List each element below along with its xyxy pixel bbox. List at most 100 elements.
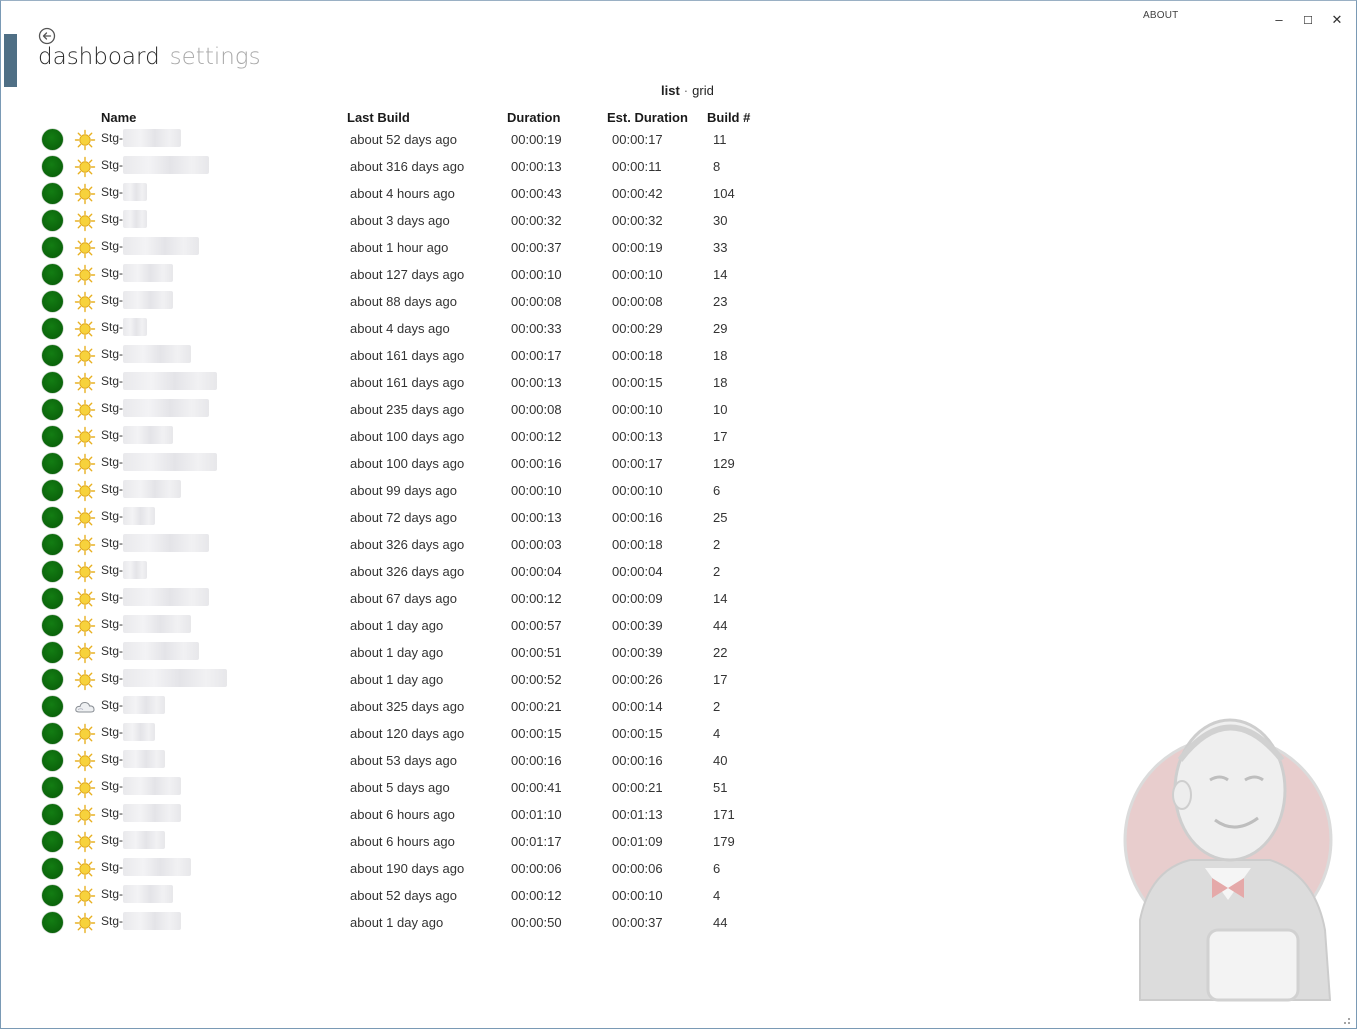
table-row[interactable]: Stg-about 3 days ago 00:00:32 00:00:32 30 xyxy=(0,208,800,235)
table-row[interactable]: Stg-about 99 days ago 00:00:10 00:00:10 6 xyxy=(0,478,800,505)
about-link[interactable]: ABOUT xyxy=(1143,10,1178,21)
build-number-cell: 17 xyxy=(713,672,728,687)
weather-sunny-icon xyxy=(74,561,96,583)
table-row[interactable]: Stg-about 67 days ago 00:00:12 00:00:09 14 xyxy=(0,586,800,613)
job-name[interactable]: Stg- xyxy=(101,617,123,631)
table-row[interactable]: Stg-about 1 hour ago 00:00:37 00:00:19 33 xyxy=(0,235,800,262)
job-name[interactable]: Stg- xyxy=(101,482,123,496)
redacted-name-blur xyxy=(123,777,181,795)
last-build-cell: about 6 hours ago xyxy=(350,807,455,822)
est-duration-cell: 00:00:10 xyxy=(612,888,663,903)
table-row[interactable]: Stg-about 325 days ago 00:00:21 00:00:14 2 xyxy=(0,694,800,721)
job-name[interactable]: Stg- xyxy=(101,428,123,442)
table-row[interactable]: Stg-about 1 day ago 00:00:57 00:00:39 44 xyxy=(0,613,800,640)
job-name[interactable]: Stg- xyxy=(101,644,123,658)
table-row[interactable]: Stg-about 120 days ago 00:00:15 00:00:15 4 xyxy=(0,721,800,748)
table-row[interactable]: Stg-about 326 days ago 00:00:04 00:00:04 2 xyxy=(0,559,800,586)
tab-dashboard[interactable]: dashboard xyxy=(38,44,160,70)
job-name[interactable]: Stg- xyxy=(101,698,123,712)
status-success-icon xyxy=(42,156,63,177)
column-header-build-number[interactable]: Build # xyxy=(707,110,750,125)
column-header-name[interactable]: Name xyxy=(101,110,136,125)
job-name[interactable]: Stg- xyxy=(101,293,123,307)
back-arrow-circle-icon[interactable] xyxy=(38,27,56,45)
job-name[interactable]: Stg- xyxy=(101,752,123,766)
job-name[interactable]: Stg- xyxy=(101,212,123,226)
job-name[interactable]: Stg- xyxy=(101,563,123,577)
duration-cell: 00:00:52 xyxy=(511,672,562,687)
table-row[interactable]: Stg-about 52 days ago 00:00:19 00:00:17 11 xyxy=(0,127,800,154)
list-view-toggle[interactable]: list xyxy=(661,83,680,98)
job-name[interactable]: Stg- xyxy=(101,671,123,685)
table-row[interactable]: Stg-about 5 days ago 00:00:41 00:00:21 51 xyxy=(0,775,800,802)
table-row[interactable]: Stg-about 161 days ago 00:00:17 00:00:18 18 xyxy=(0,343,800,370)
table-row[interactable]: Stg-about 1 day ago 00:00:50 00:00:37 44 xyxy=(0,910,800,937)
minimize-button[interactable]: – xyxy=(1269,12,1289,27)
tab-settings[interactable]: settings xyxy=(170,44,261,70)
table-row[interactable]: Stg-about 100 days ago 00:00:12 00:00:13 17 xyxy=(0,424,800,451)
job-name[interactable]: Stg- xyxy=(101,833,123,847)
est-duration-cell: 00:00:08 xyxy=(612,294,663,309)
job-name[interactable]: Stg- xyxy=(101,536,123,550)
table-row[interactable]: Stg-about 1 day ago 00:00:52 00:00:26 17 xyxy=(0,667,800,694)
job-name[interactable]: Stg- xyxy=(101,509,123,523)
table-row[interactable]: Stg-about 53 days ago 00:00:16 00:00:16 40 xyxy=(0,748,800,775)
job-name[interactable]: Stg- xyxy=(101,185,123,199)
grid-view-toggle[interactable]: grid xyxy=(692,83,714,98)
build-number-cell: 33 xyxy=(713,240,728,255)
table-row[interactable]: Stg-about 190 days ago 00:00:06 00:00:06 6 xyxy=(0,856,800,883)
status-success-icon xyxy=(42,885,63,906)
table-row[interactable]: Stg-about 1 day ago 00:00:51 00:00:39 22 xyxy=(0,640,800,667)
est-duration-cell: 00:00:39 xyxy=(612,645,663,660)
build-number-cell: 10 xyxy=(713,402,728,417)
weather-sunny-icon xyxy=(74,642,96,664)
redacted-name-blur xyxy=(123,372,217,390)
job-name[interactable]: Stg- xyxy=(101,590,123,604)
maximize-button[interactable]: ☐ xyxy=(1298,14,1318,27)
duration-cell: 00:00:10 xyxy=(511,267,562,282)
est-duration-cell: 00:00:17 xyxy=(612,132,663,147)
job-name[interactable]: Stg- xyxy=(101,374,123,388)
job-name[interactable]: Stg- xyxy=(101,860,123,874)
table-row[interactable]: Stg-about 4 hours ago 00:00:43 00:00:42 104 xyxy=(0,181,800,208)
table-row[interactable]: Stg-about 161 days ago 00:00:13 00:00:15 18 xyxy=(0,370,800,397)
est-duration-cell: 00:00:15 xyxy=(612,726,663,741)
job-name[interactable]: Stg- xyxy=(101,239,123,253)
job-name[interactable]: Stg- xyxy=(101,131,123,145)
last-build-cell: about 161 days ago xyxy=(350,375,465,390)
column-header-est-duration[interactable]: Est. Duration xyxy=(607,110,688,125)
weather-sunny-icon xyxy=(74,723,96,745)
table-row[interactable]: Stg-about 6 hours ago 00:01:17 00:01:09 179 xyxy=(0,829,800,856)
table-row[interactable]: Stg-about 316 days ago 00:00:13 00:00:11 8 xyxy=(0,154,800,181)
table-row[interactable]: Stg-about 52 days ago 00:00:12 00:00:10 4 xyxy=(0,883,800,910)
redacted-name-blur xyxy=(123,588,209,606)
job-name[interactable]: Stg- xyxy=(101,725,123,739)
redacted-name-blur xyxy=(123,156,209,174)
table-row[interactable]: Stg-about 72 days ago 00:00:13 00:00:16 25 xyxy=(0,505,800,532)
job-name[interactable]: Stg- xyxy=(101,266,123,280)
close-button[interactable]: ✕ xyxy=(1327,12,1347,28)
weather-sunny-icon xyxy=(74,885,96,907)
column-header-duration[interactable]: Duration xyxy=(507,110,560,125)
column-header-last-build[interactable]: Last Build xyxy=(347,110,410,125)
table-row[interactable]: Stg-about 6 hours ago 00:01:10 00:01:13 171 xyxy=(0,802,800,829)
job-name[interactable]: Stg- xyxy=(101,320,123,334)
job-name[interactable]: Stg- xyxy=(101,914,123,928)
job-name[interactable]: Stg- xyxy=(101,347,123,361)
table-row[interactable]: Stg-about 100 days ago 00:00:16 00:00:17 12… xyxy=(0,451,800,478)
table-row[interactable]: Stg-about 326 days ago 00:00:03 00:00:18 2 xyxy=(0,532,800,559)
resize-grip-icon[interactable] xyxy=(1341,1015,1351,1025)
job-name[interactable]: Stg- xyxy=(101,401,123,415)
table-row[interactable]: Stg-about 4 days ago 00:00:33 00:00:29 29 xyxy=(0,316,800,343)
job-name[interactable]: Stg- xyxy=(101,158,123,172)
job-name[interactable]: Stg- xyxy=(101,455,123,469)
job-name[interactable]: Stg- xyxy=(101,779,123,793)
table-row[interactable]: Stg-about 235 days ago 00:00:08 00:00:10 10 xyxy=(0,397,800,424)
est-duration-cell: 00:01:13 xyxy=(612,807,663,822)
table-row[interactable]: Stg-about 127 days ago 00:00:10 00:00:10 14 xyxy=(0,262,800,289)
job-name[interactable]: Stg- xyxy=(101,887,123,901)
job-name[interactable]: Stg- xyxy=(101,806,123,820)
table-row[interactable]: Stg-about 88 days ago 00:00:08 00:00:08 23 xyxy=(0,289,800,316)
redacted-name-blur xyxy=(123,399,209,417)
build-number-cell: 4 xyxy=(713,888,721,903)
